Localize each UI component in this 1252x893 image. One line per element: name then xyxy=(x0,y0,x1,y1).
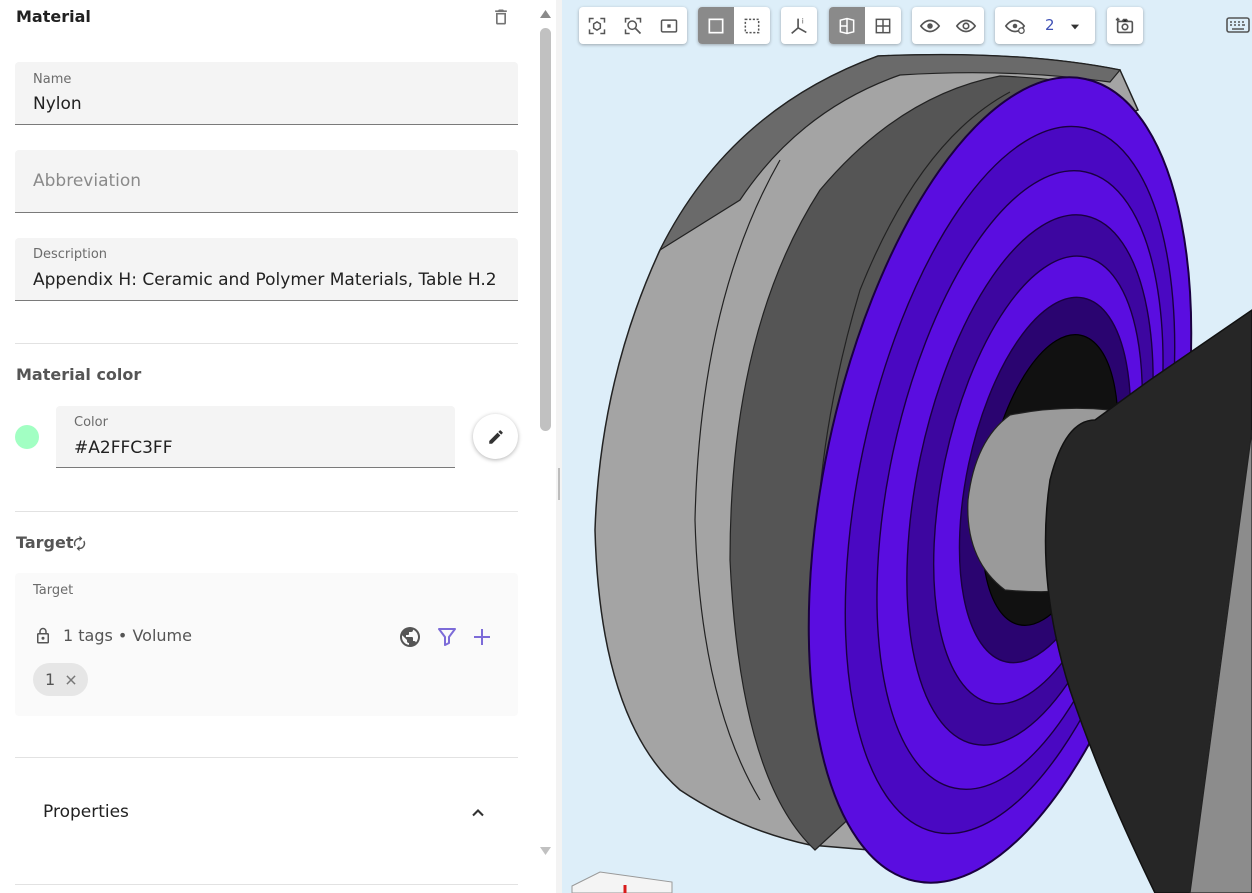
view-toolbar xyxy=(829,7,901,44)
view-section-button[interactable] xyxy=(829,7,865,44)
color-field-value[interactable]: #A2FFC3FF xyxy=(74,438,439,458)
visibility-button[interactable] xyxy=(997,7,1033,44)
zoom-toolbar xyxy=(579,7,687,44)
pencil-icon xyxy=(488,429,503,444)
plus-icon[interactable] xyxy=(470,625,494,649)
divider xyxy=(15,884,518,885)
zoom-screen-icon xyxy=(660,18,678,33)
zoom-area-icon xyxy=(624,17,642,34)
divider xyxy=(15,511,518,512)
axes-toolbar: i xyxy=(781,7,817,44)
material-panel: Material Name Nylon Abbreviation Descrip… xyxy=(0,0,556,893)
hide-button[interactable] xyxy=(948,7,984,44)
view-count-toolbar: 2 xyxy=(995,7,1095,44)
view-grid-icon xyxy=(875,18,891,33)
target-box: Target 1 tags • Volume 1 xyxy=(15,573,518,716)
axes-button[interactable]: i xyxy=(781,7,817,44)
color-field-label: Color xyxy=(74,415,108,430)
tag-chip[interactable]: 1 xyxy=(33,663,88,696)
target-box-label: Target xyxy=(33,583,74,598)
scroll-up-arrow-icon[interactable] xyxy=(539,9,552,19)
globe-icon[interactable] xyxy=(398,625,422,649)
show-icon xyxy=(919,19,941,32)
screenshot-toolbar xyxy=(1107,7,1143,44)
properties-title: Properties xyxy=(43,802,129,822)
show-button[interactable] xyxy=(912,7,948,44)
panel-title: Material xyxy=(16,7,91,26)
description-field[interactable]: Description Appendix H: Ceramic and Poly… xyxy=(15,238,518,301)
name-field[interactable]: Name Nylon xyxy=(15,62,518,125)
target-summary: 1 tags • Volume xyxy=(63,626,192,645)
svg-text:i: i xyxy=(802,16,804,25)
filter-icon[interactable] xyxy=(435,625,459,649)
axis-cube[interactable] xyxy=(571,871,673,893)
tag-chip-label: 1 xyxy=(45,670,56,689)
description-field-label: Description xyxy=(33,247,108,262)
view-count-value[interactable]: 2 xyxy=(1045,16,1055,34)
zoom-screen-button[interactable] xyxy=(651,7,687,44)
color-swatch[interactable] xyxy=(15,425,39,449)
screenshot-icon xyxy=(1115,17,1134,33)
edit-color-button[interactable] xyxy=(473,414,518,459)
divider xyxy=(15,757,518,758)
scroll-down-arrow-icon[interactable] xyxy=(539,846,552,856)
lock-icon xyxy=(37,627,49,644)
select-area-button[interactable] xyxy=(734,7,770,44)
abbreviation-placeholder[interactable]: Abbreviation xyxy=(33,171,141,191)
delete-icon[interactable] xyxy=(491,7,511,27)
zoom-area-button[interactable] xyxy=(615,7,651,44)
select-box-button[interactable] xyxy=(698,7,734,44)
color-field[interactable]: Color #A2FFC3FF xyxy=(56,406,455,468)
name-field-label: Name xyxy=(33,72,72,87)
model-render[interactable] xyxy=(562,0,1252,893)
resize-grip[interactable] xyxy=(558,468,560,500)
abbreviation-field[interactable]: Abbreviation xyxy=(15,150,518,213)
divider xyxy=(15,343,518,344)
view-grid-button[interactable] xyxy=(865,7,901,44)
chevron-up-icon[interactable] xyxy=(468,803,488,823)
select-box-icon xyxy=(708,18,724,33)
view-section-icon xyxy=(839,17,855,34)
description-field-value[interactable]: Appendix H: Ceramic and Polymer Material… xyxy=(33,270,502,290)
visibility-icon xyxy=(1004,19,1026,34)
name-field-value[interactable]: Nylon xyxy=(33,94,502,114)
zoom-fit-button[interactable] xyxy=(579,7,615,44)
target-title: Target xyxy=(16,533,74,552)
dropdown-icon[interactable] xyxy=(1068,20,1082,34)
visibility-toolbar xyxy=(912,7,984,44)
screenshot-button[interactable] xyxy=(1107,7,1143,44)
hide-icon xyxy=(955,19,977,32)
keyboard-icon[interactable] xyxy=(1226,16,1250,34)
scrollbar-thumb[interactable] xyxy=(540,28,551,431)
refresh-icon[interactable] xyxy=(71,535,88,552)
zoom-fit-icon xyxy=(588,17,606,34)
3d-viewer[interactable]: i 2 xyxy=(562,0,1252,893)
select-toolbar xyxy=(698,7,770,44)
close-icon[interactable] xyxy=(64,673,78,687)
axes-icon: i xyxy=(791,16,807,34)
properties-header[interactable]: Properties xyxy=(15,778,518,846)
material-color-title: Material color xyxy=(16,365,142,384)
select-area-icon xyxy=(744,18,760,33)
